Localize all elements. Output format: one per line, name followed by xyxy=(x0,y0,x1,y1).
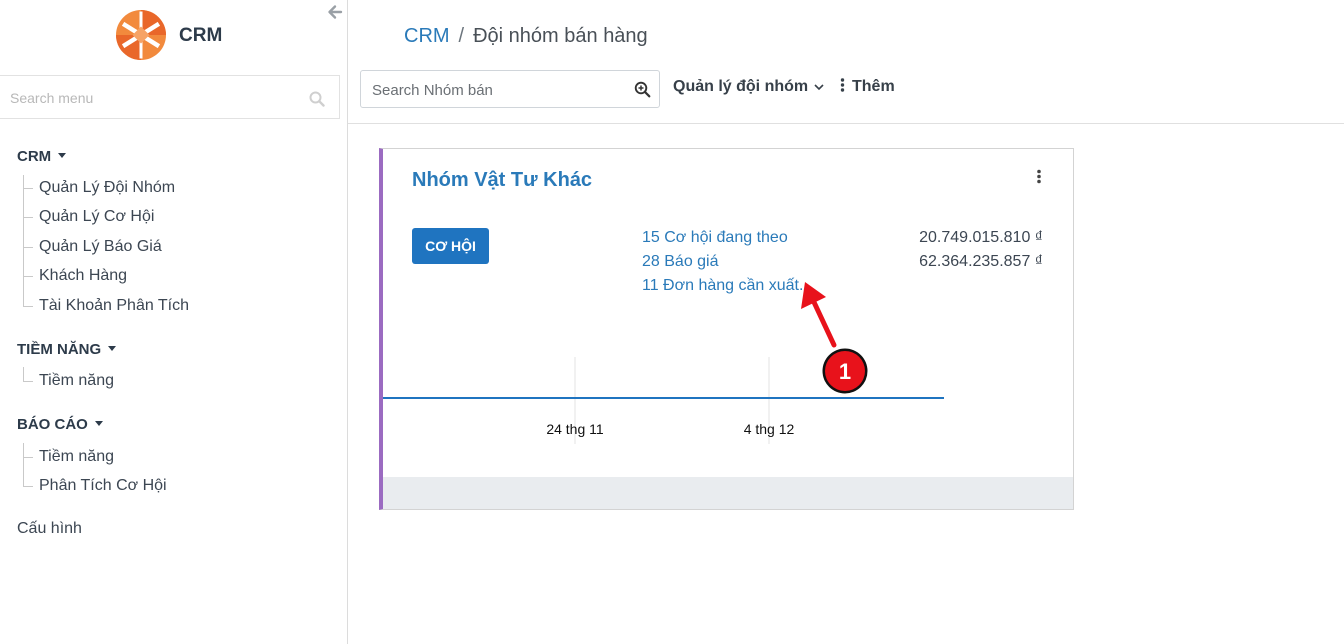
breadcrumb-root-link[interactable]: CRM xyxy=(404,25,450,47)
zoom-icon[interactable] xyxy=(634,81,651,98)
more-button[interactable]: Thêm xyxy=(840,78,895,96)
arrow-left-icon[interactable] xyxy=(326,3,344,21)
card-title[interactable]: Nhóm Vật Tư Khác xyxy=(412,169,592,192)
menu-section-bao-cao[interactable]: BÁO CÁO xyxy=(17,416,103,433)
tree-branch xyxy=(23,276,33,277)
tree-line xyxy=(23,175,24,307)
stat-link-open-opportunities[interactable]: 15 Cơ hội đang theo xyxy=(642,229,788,247)
breadcrumb-separator: / xyxy=(458,25,465,47)
main-content: CRM / Đội nhóm bán hàng Quản lý đội nhóm T… xyxy=(348,0,1344,644)
card-footer xyxy=(383,477,1073,509)
tree-line xyxy=(23,443,24,487)
team-search-input[interactable] xyxy=(372,80,622,100)
menu-item-label: Quản Lý Cơ Hội xyxy=(39,208,155,225)
page-title: Đội nhóm bán hàng xyxy=(473,25,648,47)
graph-tick-label: 24 thg 11 xyxy=(546,421,604,437)
menu-item-cau-hinh[interactable]: Cấu hình xyxy=(17,520,82,538)
activity-graph: 24 thg 11 4 thg 12 xyxy=(383,357,944,444)
stat-amount-open-opportunities: 20.749.015.810 ₫ xyxy=(919,229,1043,246)
tree-branch xyxy=(23,247,33,248)
stat-link-orders-to-invoice[interactable]: 11 Đơn hàng cần xuất... xyxy=(642,277,812,295)
menu-section-tiem-nang-label: TIỀM NĂNG xyxy=(17,341,102,358)
divider xyxy=(348,123,1344,124)
menu-item-label: Tiềm năng xyxy=(39,448,114,465)
manage-teams-dropdown[interactable]: Quản lý đội nhóm xyxy=(673,78,825,96)
tree-branch xyxy=(23,217,33,218)
card-menu-icon[interactable] xyxy=(1036,169,1042,184)
caret-down-icon xyxy=(94,420,103,426)
tree-branch xyxy=(23,306,33,307)
breadcrumb: CRM / Đội nhóm bán hàng xyxy=(404,25,648,48)
menu-item-label: Tài Khoản Phân Tích xyxy=(39,297,190,314)
menu-search-box xyxy=(0,75,340,119)
more-button-label: Thêm xyxy=(852,78,895,95)
tree-branch xyxy=(23,457,33,458)
tree-branch xyxy=(23,188,33,189)
caret-down-icon xyxy=(108,345,117,351)
crm-logo xyxy=(116,10,166,60)
menu-item-label: Phân Tích Cơ Hội xyxy=(39,477,167,494)
sales-team-card: Nhóm Vật Tư Khác CƠ HỘI 15 Cơ hội đang t… xyxy=(379,148,1074,510)
vertical-dots-icon xyxy=(840,78,845,92)
menu-item-label: Quản Lý Báo Giá xyxy=(39,238,162,255)
menu-section-tiem-nang[interactable]: TIỀM NĂNG xyxy=(17,341,117,358)
opportunity-button[interactable]: CƠ HỘI xyxy=(412,228,489,264)
menu-item-label: Tiềm năng xyxy=(39,372,114,389)
stat-amount-quotations: 62.364.235.857 ₫ xyxy=(919,253,1043,270)
menu-item-label: Quản Lý Đội Nhóm xyxy=(39,179,176,196)
menu-search-input[interactable] xyxy=(10,88,300,108)
stat-link-quotations[interactable]: 28 Báo giá xyxy=(642,253,719,271)
app-name: CRM xyxy=(179,25,223,46)
graph-tick-label: 4 thg 12 xyxy=(744,421,795,437)
search-icon[interactable] xyxy=(309,91,325,107)
team-search-box xyxy=(360,70,660,108)
chevron-down-icon xyxy=(814,84,824,90)
app-window: CRM CRM Quản Lý Đội Nhóm Quản Lý Cơ Hội … xyxy=(0,0,1344,644)
sidebar: CRM CRM Quản Lý Đội Nhóm Quản Lý Cơ Hội … xyxy=(0,0,348,644)
menu-item-label: Khách Hàng xyxy=(39,267,128,284)
menu-section-crm-label: CRM xyxy=(17,148,52,165)
tree-branch xyxy=(23,381,33,382)
manage-teams-label: Quản lý đội nhóm xyxy=(673,78,809,95)
menu-section-bao-cao-label: BÁO CÁO xyxy=(17,416,88,433)
tree-branch xyxy=(23,486,33,487)
caret-down-icon xyxy=(58,152,67,158)
menu-section-crm[interactable]: CRM xyxy=(17,148,67,165)
tree-line xyxy=(23,367,24,382)
